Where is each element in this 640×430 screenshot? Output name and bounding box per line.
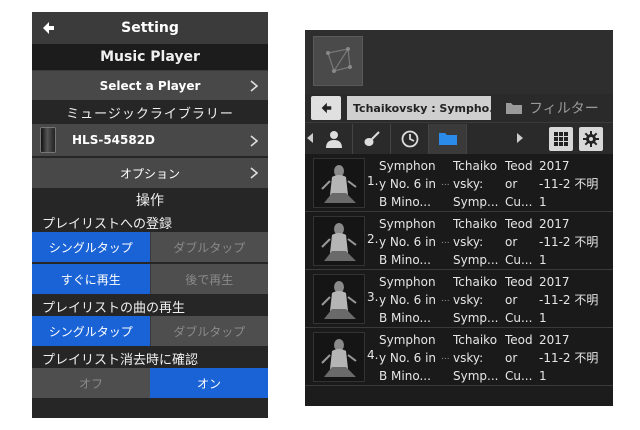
- tab-folder[interactable]: [429, 123, 467, 154]
- track-title: Symphon y No. 6 in B Mino...: [379, 275, 437, 325]
- track-info: 2017 -11-2 不明 1: [539, 275, 599, 325]
- filter-label: フィルター: [529, 101, 599, 117]
- options-button[interactable]: オプション: [32, 158, 268, 188]
- scroll-left-icon[interactable]: [307, 133, 313, 143]
- playlist-register-timing-toggle: すぐに再生 後で再生: [32, 264, 268, 294]
- track-title: Symphon y No. 6 in B Mino...: [379, 333, 437, 383]
- ellipsis: ...: [441, 178, 450, 188]
- chevron-right-icon: [250, 167, 258, 179]
- track-info: 2017 -11-2 不明 1: [539, 217, 599, 267]
- ellipsis: ...: [441, 352, 450, 362]
- track-number: 4.: [367, 348, 379, 362]
- settings-header: Setting: [32, 12, 268, 44]
- category-tabs: [305, 122, 613, 154]
- album-thumbnail: [313, 158, 365, 208]
- folder-icon: [505, 101, 523, 115]
- select-player-label: Select a Player: [99, 78, 201, 93]
- track-title: Symphon y No. 6 in B Mino...: [379, 217, 437, 267]
- track-artist: Tchaiko vsky: Symp...: [453, 159, 499, 209]
- now-playing-area: [305, 30, 613, 94]
- chevron-right-icon: [250, 135, 258, 147]
- track-row[interactable]: 3. Symphon y No. 6 in B Mino... ... Tchaik…: [305, 270, 613, 328]
- speaker-icon: [40, 127, 56, 153]
- ellipsis: ...: [441, 236, 450, 246]
- playlist-register-label: プレイリストへの登録: [42, 216, 173, 232]
- grid-view-button[interactable]: [549, 127, 573, 151]
- track-artist: Tchaiko vsky: Symp...: [453, 275, 499, 325]
- tab-artist[interactable]: [315, 123, 353, 154]
- clock-icon: [401, 130, 418, 147]
- track-row[interactable]: 2. Symphon y No. 6 in B Mino... ... Tchaik…: [305, 212, 613, 270]
- select-player-button[interactable]: Select a Player: [32, 70, 268, 100]
- library-heading: ミュージックライブラリー: [32, 100, 268, 124]
- network-icon: [326, 47, 352, 73]
- playlist-clear-confirm-toggle: オフ オン: [32, 368, 268, 398]
- tab-genre[interactable]: [353, 123, 391, 154]
- tab-recent[interactable]: [391, 123, 429, 154]
- library-panel: Tchaikovsky : Sympho... フィルター 1. Symphon…: [305, 30, 613, 406]
- album-thumbnail: [313, 216, 365, 266]
- back-arrow-icon: [321, 102, 332, 114]
- double-tap-option[interactable]: ダブルタップ: [149, 232, 268, 262]
- album-art-placeholder[interactable]: [313, 36, 363, 86]
- play-now-option[interactable]: すぐに再生: [32, 264, 150, 294]
- album-thumbnail: [313, 274, 365, 324]
- track-info: 2017 -11-2 不明 1: [539, 159, 599, 209]
- track-number: 2.: [367, 232, 379, 246]
- settings-panel: Setting Music Player Select a Player ミュー…: [32, 12, 268, 418]
- track-performer: Teod or Cu...: [505, 275, 533, 325]
- folder-icon: [438, 132, 457, 145]
- breadcrumb[interactable]: Tchaikovsky : Sympho...: [347, 96, 491, 120]
- album-thumbnail: [313, 332, 365, 382]
- track-info: 2017 -11-2 不明 1: [539, 333, 599, 383]
- operations-heading: 操作: [136, 193, 164, 209]
- track-performer: Teod or Cu...: [505, 217, 533, 267]
- track-list: 1. Symphon y No. 6 in B Mino... ... Tchaik…: [305, 154, 613, 386]
- back-button[interactable]: [311, 96, 341, 120]
- gear-icon: [583, 131, 599, 147]
- artist-icon: [325, 130, 342, 148]
- playlist-play-tap-toggle: シングルタップ ダブルタップ: [32, 316, 268, 346]
- guitar-icon: [364, 130, 380, 146]
- track-number: 3.: [367, 290, 379, 304]
- on-option[interactable]: オン: [150, 368, 268, 398]
- options-label: オプション: [119, 166, 180, 181]
- track-performer: Teod or Cu...: [505, 159, 533, 209]
- double-tap-option[interactable]: ダブルタップ: [149, 316, 268, 346]
- settings-button[interactable]: [579, 127, 603, 151]
- track-artist: Tchaiko vsky: Symp...: [453, 217, 499, 267]
- back-arrow-icon[interactable]: [40, 20, 56, 36]
- single-tap-option[interactable]: シングルタップ: [32, 316, 150, 346]
- ellipsis: ...: [441, 294, 450, 304]
- track-number: 1.: [367, 174, 379, 188]
- playlist-play-label: プレイリストの曲の再生: [42, 300, 186, 316]
- device-row[interactable]: HLS-54582D: [32, 124, 268, 156]
- track-artist: Tchaiko vsky: Symp...: [453, 333, 499, 383]
- track-row[interactable]: 1. Symphon y No. 6 in B Mino... ... Tchaik…: [305, 154, 613, 212]
- music-player-heading: Music Player: [32, 44, 268, 70]
- scroll-right-icon[interactable]: [517, 133, 523, 143]
- single-tap-option[interactable]: シングルタップ: [32, 232, 150, 262]
- track-title: Symphon y No. 6 in B Mino...: [379, 159, 437, 209]
- device-name: HLS-54582D: [72, 133, 156, 147]
- grid-icon: [554, 132, 568, 146]
- playlist-register-tap-toggle: シングルタップ ダブルタップ: [32, 232, 268, 262]
- chevron-right-icon: [250, 80, 258, 92]
- playlist-clear-confirm-label: プレイリスト消去時に確認: [42, 352, 199, 368]
- navigation-bar: Tchaikovsky : Sympho... フィルター: [305, 94, 613, 122]
- track-row[interactable]: 4. Symphon y No. 6 in B Mino... ... Tchaik…: [305, 328, 613, 386]
- page-title: Setting: [121, 20, 179, 36]
- filter-button[interactable]: フィルター: [505, 98, 599, 118]
- off-option[interactable]: オフ: [32, 368, 150, 398]
- track-performer: Teod or Cu...: [505, 333, 533, 383]
- play-later-option[interactable]: 後で再生: [149, 264, 268, 294]
